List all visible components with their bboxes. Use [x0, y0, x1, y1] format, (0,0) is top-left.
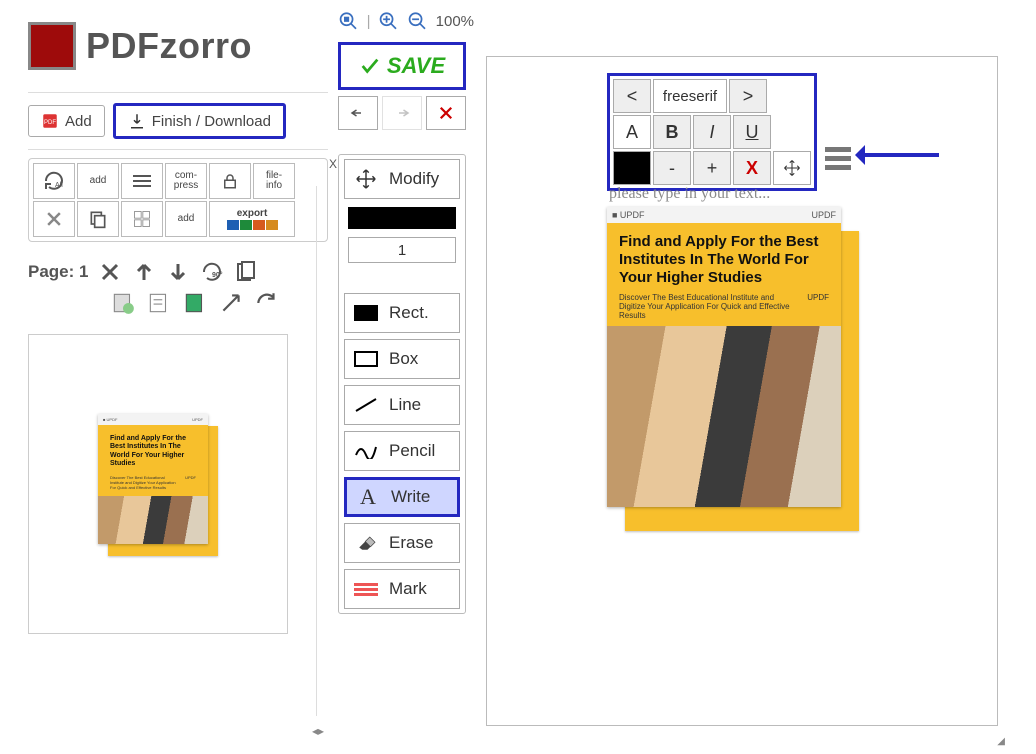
tool-rect[interactable]: Rect.: [344, 293, 460, 333]
vertical-divider: [316, 186, 317, 716]
line-icon: [353, 392, 379, 418]
tool-export[interactable]: export: [209, 201, 295, 237]
page-extra3-icon[interactable]: [182, 290, 208, 316]
page-extra5-icon[interactable]: [254, 290, 280, 316]
font-bold-button[interactable]: B: [653, 115, 691, 149]
tool-duplicate[interactable]: [77, 201, 119, 237]
text-color-swatch[interactable]: [613, 151, 651, 185]
check-icon: [359, 55, 381, 77]
tool-rotate-all[interactable]: All: [33, 163, 75, 199]
preview-subtitle: Discover The Best Educational Institute …: [619, 293, 829, 320]
font-regular-button[interactable]: A: [613, 115, 651, 149]
add-button-label: Add: [65, 113, 92, 130]
font-prev-button[interactable]: <: [613, 79, 651, 113]
zoom-in-icon[interactable]: [378, 10, 399, 32]
preview-header: ■ UPDFUPDF: [607, 207, 841, 223]
tool-pencil[interactable]: Pencil: [344, 431, 460, 471]
eraser-icon: [353, 530, 379, 556]
font-name[interactable]: freeserif: [653, 79, 727, 113]
annotation-tool-strip: Modify 1 Rect. Box Line Pencil A Write E…: [338, 154, 466, 614]
page-extra1-icon[interactable]: [110, 290, 136, 316]
svg-text:PDF: PDF: [44, 120, 56, 126]
stroke-width-value[interactable]: 1: [348, 237, 456, 263]
rotate-90-icon[interactable]: 90°: [200, 260, 224, 284]
text-toolbar: < freeserif > A B I U - + X: [607, 73, 817, 191]
zoom-percent: 100%: [436, 13, 474, 30]
delete-page-icon[interactable]: [98, 260, 122, 284]
page-extra2-icon[interactable]: [146, 290, 172, 316]
tool-grid[interactable]: [121, 201, 163, 237]
export-label: export: [237, 209, 268, 219]
page-preview[interactable]: ■ UPDFUPDF Find and Apply For the Best I…: [607, 207, 857, 527]
move-up-icon[interactable]: [132, 260, 156, 284]
rect-outline-icon: [353, 346, 379, 372]
page-label: Page: 1: [28, 262, 88, 282]
font-italic-button[interactable]: I: [693, 115, 731, 149]
close-tools-icon[interactable]: X: [329, 157, 337, 171]
pdf-icon: PDF: [41, 112, 59, 130]
preview-title: Find and Apply For the Best Institutes I…: [619, 233, 829, 287]
zoom-bar: | 100%: [338, 10, 474, 32]
tool-file-info[interactable]: file- info: [253, 163, 295, 199]
tool-box[interactable]: Box: [344, 339, 460, 379]
resize-grip-icon[interactable]: ◂▸: [312, 724, 322, 742]
current-color-swatch[interactable]: [348, 207, 456, 229]
save-button[interactable]: SAVE: [338, 42, 466, 90]
cancel-button[interactable]: [426, 96, 466, 130]
document-tools-grid: X All add com- press file- info add expo…: [28, 158, 328, 242]
font-underline-button[interactable]: U: [733, 115, 771, 149]
page-thumbnail: ■ UPDFUPDF Find and Apply For the Best I…: [98, 414, 218, 554]
text-placeholder[interactable]: please type in your text...: [609, 185, 770, 203]
text-delete-button[interactable]: X: [733, 151, 771, 185]
annotation-arrow: [859, 153, 939, 157]
highlight-icon: [353, 576, 379, 602]
tool-erase[interactable]: Erase: [344, 523, 460, 563]
preview-image: [607, 326, 841, 507]
tool-add-page[interactable]: add: [77, 163, 119, 199]
tool-lock[interactable]: [209, 163, 251, 199]
font-smaller-button[interactable]: -: [653, 151, 691, 185]
redo-button[interactable]: [382, 96, 422, 130]
page-controls: Page: 1 90°: [28, 260, 328, 316]
finish-download-button[interactable]: Finish / Download: [113, 103, 286, 139]
logo-icon: [28, 22, 76, 70]
copy-page-icon[interactable]: [234, 260, 258, 284]
zoom-out-icon[interactable]: [407, 10, 428, 32]
resize-corner-icon[interactable]: ◢: [997, 736, 1005, 747]
text-a-icon: A: [355, 484, 381, 510]
tool-add2[interactable]: add: [165, 201, 207, 237]
svg-text:90°: 90°: [212, 271, 223, 279]
finish-download-label: Finish / Download: [152, 113, 271, 130]
editor-canvas[interactable]: < freeserif > A B I U - + X please type …: [486, 56, 998, 726]
download-icon: [128, 112, 146, 130]
tool-write[interactable]: A Write: [344, 477, 460, 517]
svg-text:All: All: [55, 182, 63, 189]
zoom-fit-icon[interactable]: [338, 10, 359, 32]
font-larger-button[interactable]: +: [693, 151, 731, 185]
add-button[interactable]: PDF Add: [28, 105, 105, 137]
tool-mark[interactable]: Mark: [344, 569, 460, 609]
tool-modify-label: Modify: [389, 169, 439, 189]
tool-modify[interactable]: Modify: [344, 159, 460, 199]
text-move-button[interactable]: [773, 151, 811, 185]
move-down-icon[interactable]: [166, 260, 190, 284]
tool-compress[interactable]: com- press: [165, 163, 207, 199]
page-thumbnail-frame[interactable]: ■ UPDFUPDF Find and Apply For the Best I…: [28, 334, 288, 634]
save-label: SAVE: [387, 53, 445, 79]
undo-button[interactable]: [338, 96, 378, 130]
sidebar: PDFzorro PDF Add Finish / Download X All…: [28, 22, 328, 634]
app-name: PDFzorro: [86, 25, 252, 67]
rect-filled-icon: [353, 300, 379, 326]
page-extra4-icon[interactable]: [218, 290, 244, 316]
logo: PDFzorro: [28, 22, 328, 70]
font-next-button[interactable]: >: [729, 79, 767, 113]
center-column: | 100% SAVE Modify 1 Rect. Box: [338, 10, 474, 614]
move-icon: [353, 166, 379, 192]
pencil-path-icon: [353, 438, 379, 464]
tool-delete[interactable]: [33, 201, 75, 237]
tool-line[interactable]: Line: [344, 385, 460, 425]
tool-lines[interactable]: [121, 163, 163, 199]
